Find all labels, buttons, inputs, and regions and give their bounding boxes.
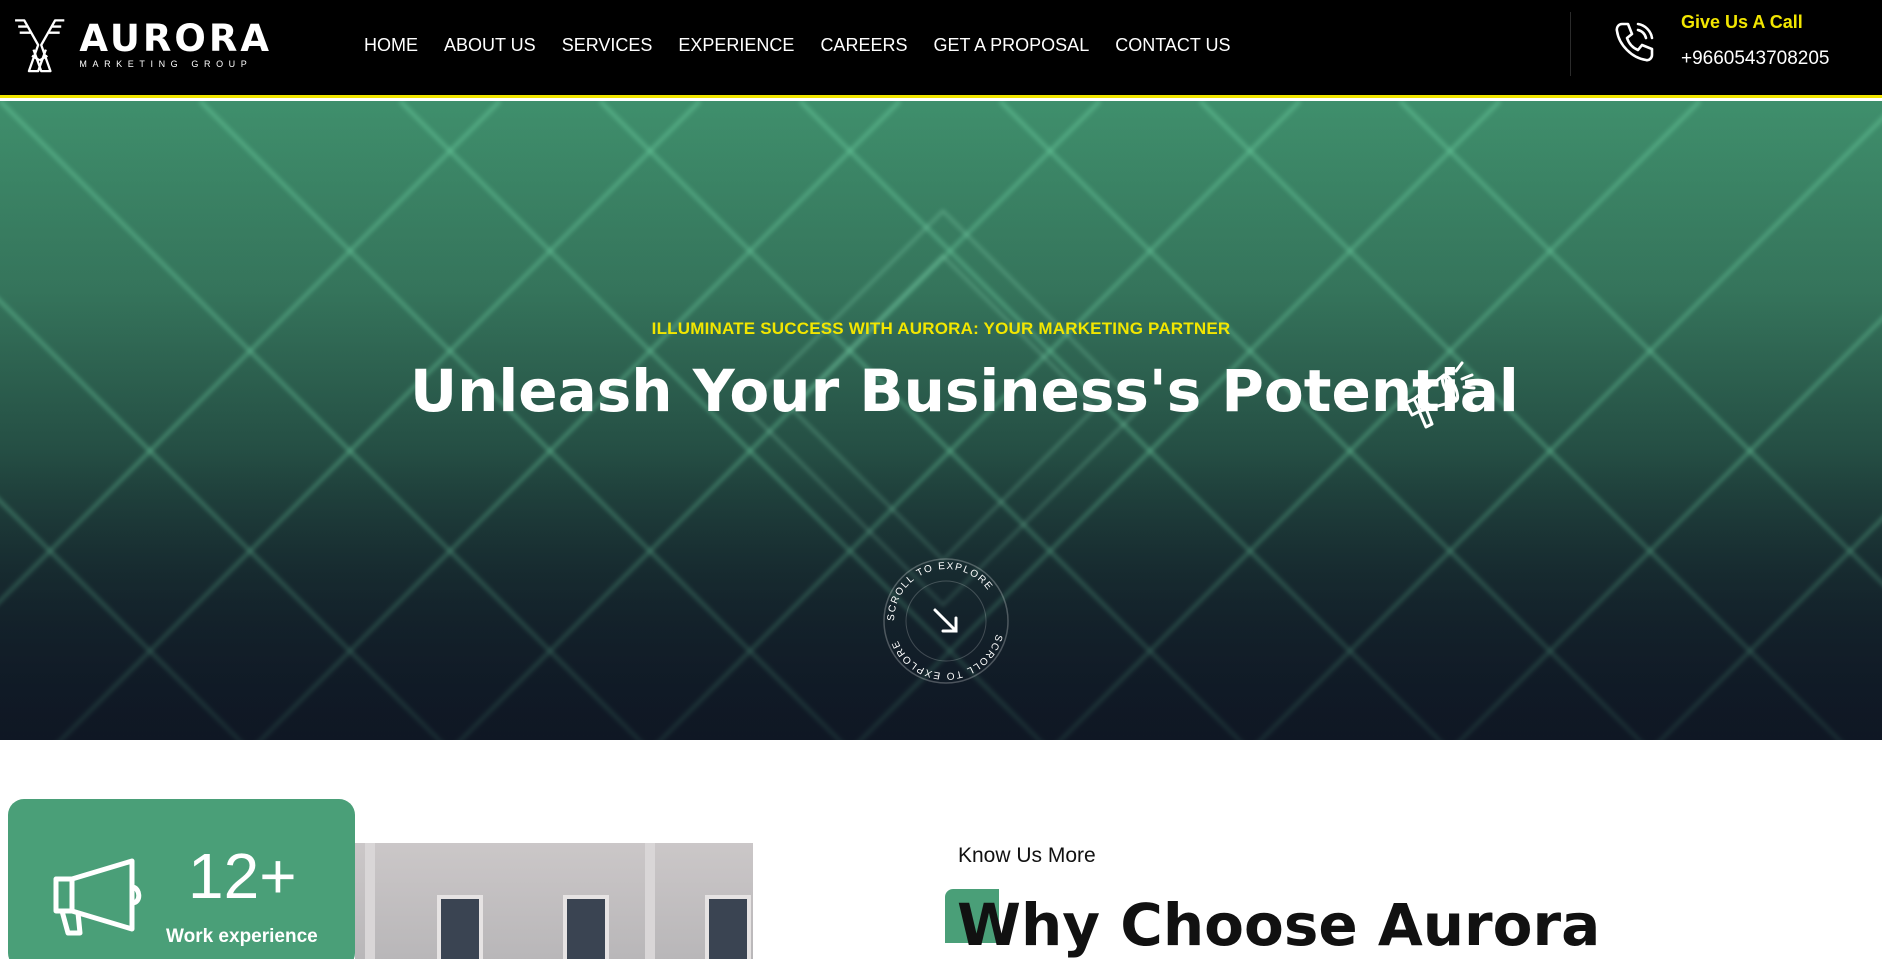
photo-pillar xyxy=(365,843,375,959)
nav-contact-us[interactable]: CONTACT US xyxy=(1115,33,1230,57)
nav-home[interactable]: HOME xyxy=(364,33,418,57)
phone-number-link[interactable]: +9660543708205 xyxy=(1681,48,1829,70)
call-title: Give Us A Call xyxy=(1681,12,1803,32)
hero-title: Unleash Your Business's Potential xyxy=(410,357,1519,425)
nav-about-us[interactable]: ABOUT US xyxy=(444,33,536,57)
nav-get-a-proposal[interactable]: GET A PROPOSAL xyxy=(933,33,1089,57)
photo-pillar xyxy=(645,843,655,959)
photo-window xyxy=(705,895,751,959)
scroll-text-a: SCROLL TO EXPLORE xyxy=(886,561,994,621)
megaphone-icon xyxy=(1404,361,1476,429)
megaphone-icon xyxy=(53,858,142,936)
photo-window xyxy=(563,895,609,959)
about-title: Why Choose Aurora xyxy=(957,891,1601,959)
scroll-to-explore-badge[interactable]: SCROLL TO EXPLORE SCROLL TO EXPLORE xyxy=(881,556,1011,686)
svg-text:SCROLL TO EXPLORE: SCROLL TO EXPLORE xyxy=(890,633,1004,681)
logo-mark-icon xyxy=(15,19,65,73)
arrow-down-right-icon xyxy=(933,608,958,633)
experience-stat-card: 12+ Work experience xyxy=(8,799,355,959)
phone-icon[interactable] xyxy=(1610,18,1658,66)
main-nav: HOME ABOUT US SERVICES EXPERIENCE CAREER… xyxy=(364,33,1257,57)
nav-careers[interactable]: CAREERS xyxy=(820,33,907,57)
svg-text:SCROLL TO EXPLORE: SCROLL TO EXPLORE xyxy=(886,561,995,621)
nav-experience[interactable]: EXPERIENCE xyxy=(678,33,794,57)
brand-tagline: MARKETING GROUP xyxy=(79,59,253,69)
photo-window xyxy=(437,895,483,959)
site-header: AURORA MARKETING GROUP HOME ABOUT US SER… xyxy=(0,0,1882,98)
about-eyebrow: Know Us More xyxy=(958,844,1096,867)
office-photo xyxy=(355,843,753,959)
hero-section: ILLUMINATE SUCCESS WITH AURORA: YOUR MAR… xyxy=(0,101,1882,740)
brand-logo[interactable]: AURORA MARKETING GROUP xyxy=(12,6,272,84)
brand-name: AURORA xyxy=(79,17,272,60)
experience-label: Work experience xyxy=(166,926,318,947)
nav-services[interactable]: SERVICES xyxy=(562,33,653,57)
header-divider xyxy=(1570,12,1571,76)
scroll-text-b: SCROLL TO EXPLORE xyxy=(890,633,1003,681)
experience-number: 12+ xyxy=(188,840,297,912)
hero-eyebrow: ILLUMINATE SUCCESS WITH AURORA: YOUR MAR… xyxy=(651,319,1231,338)
